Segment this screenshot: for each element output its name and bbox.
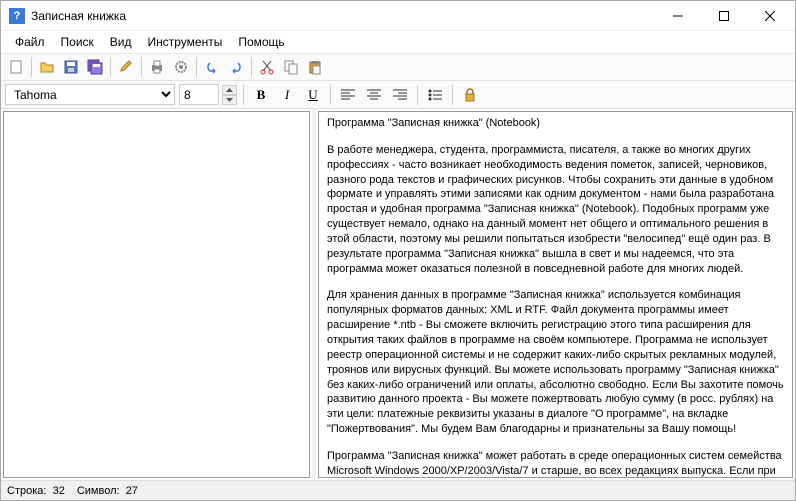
edit-button[interactable]	[115, 56, 137, 78]
save-button[interactable]	[60, 56, 82, 78]
main-area: Программа "Записная книжка" (Notebook) В…	[1, 109, 795, 480]
separator	[196, 57, 197, 77]
lock-button[interactable]	[459, 84, 481, 106]
separator	[243, 85, 244, 105]
align-center-button[interactable]	[363, 84, 385, 106]
tree-pane[interactable]	[3, 111, 310, 478]
main-toolbar	[1, 53, 795, 81]
copy-button[interactable]	[280, 56, 302, 78]
bullets-button[interactable]	[424, 84, 446, 106]
print-button[interactable]	[146, 56, 168, 78]
separator	[251, 57, 252, 77]
bold-button[interactable]: B	[250, 84, 272, 106]
content-p1: Программа "Записная книжка" (Notebook)	[327, 116, 784, 131]
splitter[interactable]	[312, 109, 316, 480]
separator	[452, 85, 453, 105]
status-line: Строка: 32	[7, 485, 65, 497]
editor-pane[interactable]: Программа "Записная книжка" (Notebook) В…	[318, 111, 793, 478]
menu-view[interactable]: Вид	[102, 33, 140, 51]
italic-button[interactable]: I	[276, 84, 298, 106]
saveall-button[interactable]	[84, 56, 106, 78]
separator	[110, 57, 111, 77]
separator	[31, 57, 32, 77]
status-char: Символ: 27	[77, 485, 138, 497]
app-icon: ?	[9, 8, 25, 24]
titlebar: ? Записная книжка	[1, 1, 795, 31]
paste-button[interactable]	[304, 56, 326, 78]
font-select[interactable]: Tahoma	[5, 84, 175, 105]
window-title: Записная книжка	[31, 9, 655, 23]
menu-file[interactable]: Файл	[7, 33, 53, 51]
open-button[interactable]	[36, 56, 58, 78]
spin-up-icon[interactable]	[222, 85, 237, 95]
new-button[interactable]	[5, 56, 27, 78]
maximize-button[interactable]	[701, 1, 747, 31]
menu-help[interactable]: Помощь	[230, 33, 292, 51]
menu-tools[interactable]: Инструменты	[140, 33, 231, 51]
align-right-button[interactable]	[389, 84, 411, 106]
spin-down-icon[interactable]	[222, 95, 237, 105]
separator	[141, 57, 142, 77]
content-p4: Программа "Записная книжка" может работа…	[327, 449, 784, 478]
format-toolbar: Tahoma B I U	[1, 81, 795, 109]
undo-button[interactable]	[201, 56, 223, 78]
content-p3: Для хранения данных в программе "Записна…	[327, 288, 784, 436]
separator	[417, 85, 418, 105]
size-spinner[interactable]	[222, 85, 237, 105]
font-size-input[interactable]	[179, 84, 219, 105]
underline-button[interactable]: U	[302, 84, 324, 106]
close-button[interactable]	[747, 1, 793, 31]
align-left-button[interactable]	[337, 84, 359, 106]
menubar: Файл Поиск Вид Инструменты Помощь	[1, 31, 795, 53]
statusbar: Строка: 32 Символ: 27	[1, 480, 795, 500]
separator	[330, 85, 331, 105]
menu-search[interactable]: Поиск	[53, 33, 102, 51]
minimize-button[interactable]	[655, 1, 701, 31]
content-p2: В работе менеджера, студента, программис…	[327, 143, 784, 277]
redo-button[interactable]	[225, 56, 247, 78]
cut-button[interactable]	[256, 56, 278, 78]
settings-button[interactable]	[170, 56, 192, 78]
